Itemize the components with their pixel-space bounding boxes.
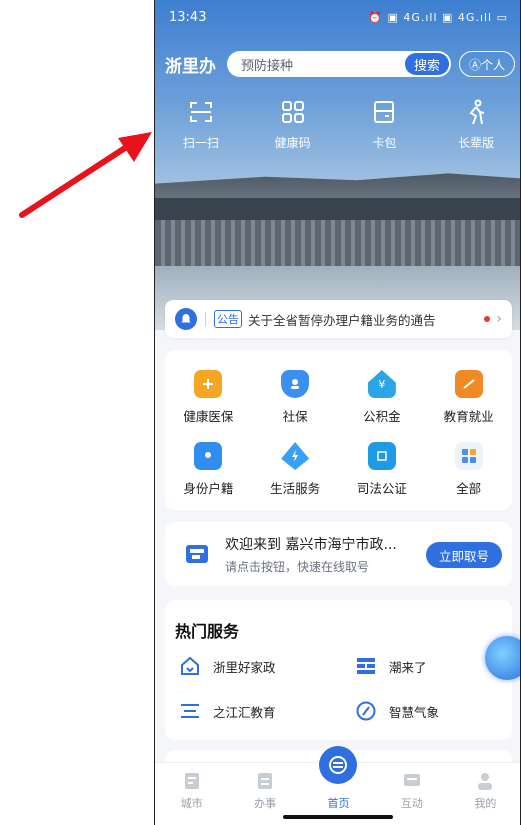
hot-services: 热门服务 浙里好家政 潮来了 之江汇教育 智慧气象	[165, 600, 512, 740]
service-label: 教育就业	[443, 409, 494, 424]
service-label: 公积金	[363, 409, 401, 424]
hot-item-home-care[interactable]: 浙里好家政	[179, 655, 276, 677]
affairs-icon	[258, 773, 273, 789]
home-care-icon	[181, 656, 199, 675]
service-identity-registry[interactable]: 身份户籍	[165, 442, 252, 497]
tab-city[interactable]: 城市	[155, 763, 228, 825]
unread-dot	[484, 316, 491, 322]
tab-label: 互动	[400, 797, 423, 810]
notice-bar[interactable]: 公告 关于全省暂停办理户籍业务的通告 ›	[165, 300, 512, 338]
hot-item-tide[interactable]: 潮来了	[355, 655, 427, 677]
service-label: 健康医保	[183, 409, 234, 424]
grid-all-icon	[454, 442, 483, 470]
education-icon	[181, 704, 199, 718]
elder-mode-icon	[469, 99, 485, 125]
card-wallet-icon	[374, 101, 395, 123]
service-health-insurance[interactable]: 健康医保	[165, 370, 252, 425]
weather-icon	[356, 701, 376, 721]
status-indicators: ⏰ ▣ 4G.ıll ▣ 4G.ıll ▭	[368, 10, 508, 24]
ticket-icon	[186, 545, 208, 563]
notice-text[interactable]: 关于全省暂停办理户籍业务的通告	[248, 310, 484, 329]
scan-icon	[189, 102, 212, 122]
health-code-icon	[281, 101, 304, 123]
chevron-right-icon[interactable]: ›	[496, 311, 502, 327]
service-label: 社保	[282, 409, 308, 424]
identity-card-icon	[194, 442, 223, 470]
quick-scan[interactable]: 扫一扫	[155, 98, 247, 151]
service-label: 司法公证	[356, 481, 407, 496]
tide-icon	[357, 658, 375, 674]
profile-icon	[478, 773, 493, 790]
service-label: 身份户籍	[183, 481, 234, 496]
social-security-icon	[281, 370, 310, 398]
city-icon	[184, 773, 199, 789]
service-life-services[interactable]: 生活服务	[252, 442, 339, 497]
status-bar: 13:43 ⏰ ▣ 4G.ıll ▣ 4G.ıll ▭	[155, 0, 520, 34]
queue-title: 欢迎来到 嘉兴市海宁市政...	[225, 537, 397, 553]
screenshot-stage: 13:43 ⏰ ▣ 4G.ıll ▣ 4G.ıll ▭ 浙里办 预防接种 搜索 …	[0, 0, 521, 825]
home-tab-icon[interactable]	[319, 746, 357, 784]
status-time: 13:43	[169, 9, 207, 25]
service-all[interactable]: 全部	[425, 442, 512, 497]
quick-actions: 扫一扫 健康码 卡包 长辈版	[155, 98, 520, 151]
hot-services-title: 热门服务	[175, 622, 240, 641]
top-bar: 浙里办 预防接种 搜索 Ⓐ个人	[165, 50, 515, 78]
tab-label: 城市	[180, 797, 203, 810]
tab-label: 首页	[327, 797, 350, 810]
hot-item-education[interactable]: 之江汇教育	[179, 700, 276, 722]
service-grid: 健康医保 社保 ¥ 公积金 教育就业 身份户籍 生活服务 司法公证 全部	[165, 350, 512, 510]
health-insurance-icon	[194, 370, 223, 398]
quick-elder-mode[interactable]: 长辈版	[430, 98, 520, 151]
tab-mine[interactable]: 我的	[449, 763, 520, 825]
bell-icon	[175, 308, 197, 330]
hot-item-label: 潮来了	[389, 659, 427, 675]
personal-button[interactable]: Ⓐ个人	[459, 51, 515, 77]
annotation-arrow	[19, 132, 152, 218]
search-button[interactable]: 搜索	[405, 53, 449, 75]
phone-screen: 13:43 ⏰ ▣ 4G.ıll ▣ 4G.ıll ▭ 浙里办 预防接种 搜索 …	[154, 0, 521, 825]
hot-item-weather[interactable]: 智慧气象	[355, 700, 439, 722]
education-icon	[454, 370, 483, 398]
notice-divider	[205, 312, 206, 326]
service-housing-fund[interactable]: ¥ 公积金	[339, 370, 426, 425]
queue-subtitle: 请点击按钮，快速在线取号	[225, 560, 370, 574]
service-label: 全部	[456, 481, 482, 496]
life-services-icon	[281, 442, 310, 470]
quick-label: 健康码	[274, 136, 311, 150]
service-label: 生活服务	[270, 481, 321, 496]
service-education-employment[interactable]: 教育就业	[425, 370, 512, 425]
service-social-security[interactable]: 社保	[252, 370, 339, 425]
tab-label: 我的	[474, 797, 497, 810]
search-box[interactable]: 预防接种 搜索	[227, 51, 451, 77]
hot-item-label: 智慧气象	[389, 704, 440, 720]
gesture-home-bar	[283, 815, 393, 819]
app-brand: 浙里办	[165, 56, 216, 77]
judicial-notary-icon	[367, 442, 396, 470]
hot-item-label: 之江汇教育	[213, 704, 276, 720]
interaction-icon	[403, 774, 420, 786]
hot-item-label: 浙里好家政	[213, 659, 276, 675]
take-number-button[interactable]: 立即取号	[426, 542, 502, 568]
queue-card: 欢迎来到 嘉兴市海宁市政... 请点击按钮，快速在线取号 立即取号	[165, 522, 512, 586]
assistant-float-icon[interactable]	[485, 636, 520, 680]
search-placeholder[interactable]: 预防接种	[241, 55, 293, 74]
service-judicial-notary[interactable]: 司法公证	[339, 442, 426, 497]
quick-label: 卡包	[372, 136, 397, 150]
housing-fund-icon: ¥	[367, 370, 396, 398]
quick-label: 长辈版	[458, 136, 495, 150]
quick-health-code[interactable]: 健康码	[247, 98, 339, 151]
quick-label: 扫一扫	[182, 136, 219, 150]
quick-card-wallet[interactable]: 卡包	[339, 98, 431, 151]
notice-tag: 公告	[214, 310, 242, 328]
tab-label: 办事	[254, 797, 277, 810]
